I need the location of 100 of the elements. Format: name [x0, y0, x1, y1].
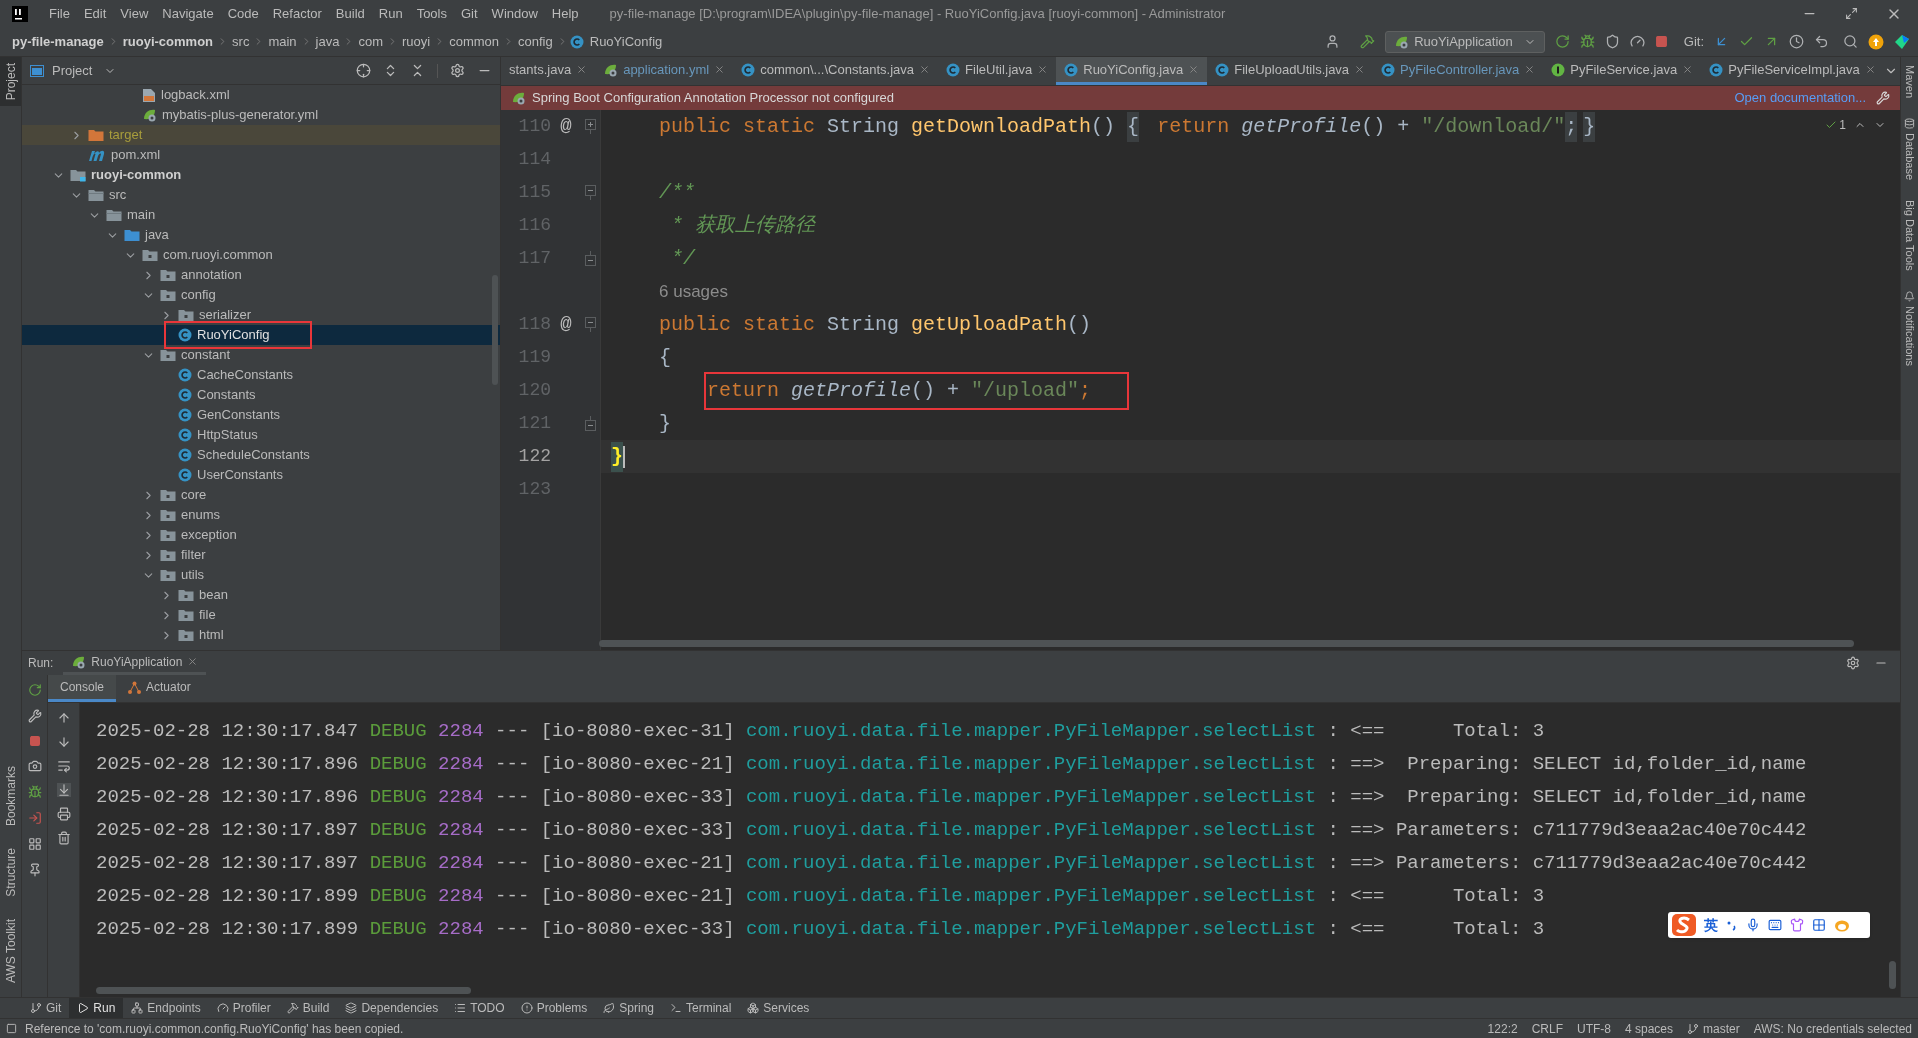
indent-setting[interactable]: 4 spaces: [1625, 1019, 1673, 1038]
tool-window-button[interactable]: Problems: [512, 998, 596, 1018]
breadcrumb-item[interactable]: RuoYiConfig: [587, 31, 665, 52]
close-icon[interactable]: [1864, 64, 1876, 75]
clear-icon[interactable]: [56, 831, 71, 845]
tree-item[interactable]: exception: [22, 525, 500, 545]
line-separator[interactable]: CRLF: [1531, 1019, 1563, 1038]
tree-item[interactable]: html: [22, 625, 500, 645]
file-encoding[interactable]: UTF-8: [1577, 1019, 1611, 1038]
close-icon[interactable]: [714, 64, 726, 75]
override-marker[interactable]: @: [560, 310, 572, 339]
user-icon[interactable]: [1325, 34, 1341, 49]
menu-item[interactable]: File: [42, 3, 77, 24]
breadcrumb-item[interactable]: common: [447, 31, 502, 52]
menu-item[interactable]: Tools: [409, 3, 454, 24]
run-configuration-dropdown[interactable]: RuoYiApplication: [1385, 30, 1545, 53]
tree-item[interactable]: java: [22, 225, 500, 245]
breadcrumb-item[interactable]: java: [313, 31, 342, 52]
breadcrumb-item[interactable]: ruoyi: [400, 31, 433, 52]
editor-tab[interactable]: stants.java: [501, 57, 596, 85]
breadcrumb-item[interactable]: com: [356, 31, 385, 52]
menu-item[interactable]: Refactor: [265, 3, 329, 24]
tree-item[interactable]: src: [22, 185, 500, 205]
editor-tab[interactable]: PyFileServiceImpl.java: [1701, 57, 1884, 85]
menu-item[interactable]: Run: [371, 3, 410, 24]
menu-item[interactable]: Build: [328, 3, 372, 24]
close-icon[interactable]: [1682, 64, 1694, 75]
fold-collapse-icon[interactable]: [584, 251, 596, 266]
tree-item[interactable]: CacheConstants: [22, 365, 500, 385]
breadcrumb-item[interactable]: ruoyi-common: [120, 31, 216, 52]
tree-item[interactable]: GenConstants: [22, 405, 500, 425]
console-tab[interactable]: Actuator: [116, 675, 203, 702]
breadcrumb-item[interactable]: src: [230, 31, 252, 52]
tree-item[interactable]: annotation: [22, 265, 500, 285]
layout-icon[interactable]: [27, 837, 42, 851]
build-icon[interactable]: [1360, 34, 1376, 49]
tool-window-button[interactable]: Services: [739, 998, 818, 1018]
stop-icon[interactable]: [1654, 35, 1668, 48]
aws-connection[interactable]: AWS: No credentials selected: [1753, 1019, 1912, 1038]
editor-tab[interactable]: FileUtil.java: [938, 57, 1057, 85]
close-icon[interactable]: [1354, 64, 1366, 75]
tree-item[interactable]: pom.xml: [22, 145, 500, 165]
tree-item[interactable]: main: [22, 205, 500, 225]
soft-wrap-icon[interactable]: [56, 759, 71, 773]
editor-tab[interactable]: RuoYiConfig.java: [1056, 57, 1208, 85]
camera-icon[interactable]: [27, 759, 42, 773]
history-icon[interactable]: [1789, 34, 1804, 49]
tool-window-button[interactable]: Profiler: [208, 998, 279, 1018]
usages-hint[interactable]: 6 usages: [659, 278, 728, 305]
tool-window-tab[interactable]: AWS Toolkit: [1, 918, 20, 983]
console-tab[interactable]: Console: [48, 675, 117, 702]
tree-item[interactable]: ruoyi-common: [22, 165, 500, 185]
tree-item[interactable]: filter: [22, 545, 500, 565]
panel-title[interactable]: Project: [52, 60, 93, 81]
settings-icon[interactable]: [450, 63, 465, 78]
debug-icon[interactable]: [1579, 34, 1595, 49]
close-icon[interactable]: [1524, 64, 1536, 75]
tree-item[interactable]: utils: [22, 565, 500, 585]
editor-tab[interactable]: common\...\Constants.java: [733, 57, 939, 85]
tree-item[interactable]: ScheduleConstants: [22, 445, 500, 465]
scroll-to-end-icon[interactable]: [56, 783, 71, 797]
search-icon[interactable]: [1843, 34, 1858, 49]
tree-item[interactable]: core: [22, 485, 500, 505]
tree-item[interactable]: file: [22, 605, 500, 625]
update-available-icon[interactable]: [1868, 33, 1884, 50]
ime-toolbar[interactable]: 英: [1668, 912, 1870, 938]
menu-item[interactable]: Window: [484, 3, 545, 24]
override-marker[interactable]: @: [560, 112, 572, 141]
tree-item[interactable]: bean: [22, 585, 500, 605]
fold-expand-icon[interactable]: [584, 119, 596, 134]
tool-window-button[interactable]: Git: [22, 998, 70, 1018]
tool-window-tab[interactable]: Project: [0, 57, 21, 107]
tool-window-button[interactable]: Spring: [595, 998, 662, 1018]
debug-icon[interactable]: [27, 785, 42, 799]
caret-position[interactable]: 122:2: [1487, 1019, 1518, 1038]
close-icon[interactable]: [1037, 64, 1049, 75]
tree-item[interactable]: com.ruoyi.common: [22, 245, 500, 265]
tool-window-button[interactable]: Run: [69, 998, 124, 1018]
tree-item[interactable]: logback.xml: [22, 85, 500, 105]
fold-collapse-icon[interactable]: [584, 416, 596, 431]
menu-item[interactable]: Help: [544, 3, 586, 24]
editor-tab[interactable]: PyFileController.java: [1373, 57, 1544, 85]
tree-item[interactable]: enums: [22, 505, 500, 525]
fold-collapse-icon[interactable]: [584, 185, 596, 200]
tool-window-button[interactable]: Dependencies: [337, 998, 447, 1018]
settings-icon[interactable]: [1846, 656, 1860, 670]
close-icon[interactable]: [187, 656, 199, 667]
tool-window-button[interactable]: TODO: [446, 998, 513, 1018]
tree-item[interactable]: mybatis-plus-generator.yml: [22, 105, 500, 125]
menu-item[interactable]: Code: [220, 3, 266, 24]
wrench-icon[interactable]: [1876, 91, 1890, 105]
editor-tab[interactable]: PyFileService.java: [1543, 57, 1702, 85]
tree-item[interactable]: target: [22, 125, 500, 145]
breadcrumb-item[interactable]: main: [266, 31, 299, 52]
tree-item[interactable]: Constants: [22, 385, 500, 405]
profiler-icon[interactable]: [1629, 34, 1645, 49]
breadcrumb-item[interactable]: config: [516, 31, 555, 52]
tree-item[interactable]: config: [22, 285, 500, 305]
status-toggle-icon[interactable]: [6, 1023, 17, 1034]
rerun-icon[interactable]: [1554, 34, 1570, 49]
